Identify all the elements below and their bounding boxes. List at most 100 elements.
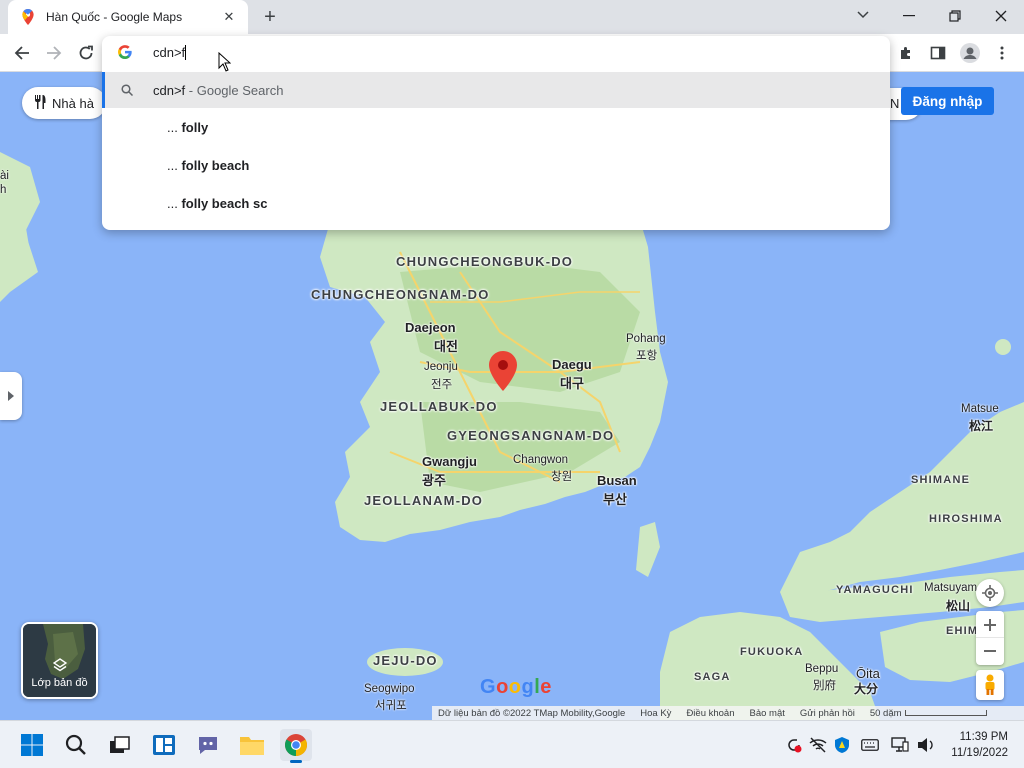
city-label: 창원 [551, 471, 573, 483]
region-label: SHIMANE [911, 474, 971, 486]
region-label: JEOLLABUK-DO [380, 399, 498, 414]
clock-date: 11/19/2022 [951, 747, 1008, 759]
suggestion-query: cdn>f [153, 83, 186, 98]
feedback-link[interactable]: Gửi phản hồi [800, 708, 855, 719]
region-link[interactable]: Hoa Kỳ [640, 708, 671, 719]
security-shield-icon[interactable] [832, 735, 852, 755]
plus-icon [984, 618, 996, 631]
city-label: Ōita [856, 666, 880, 681]
sync-recording-icon[interactable] [784, 735, 804, 755]
region-label: SAGA [694, 671, 731, 683]
city-label: Busan [597, 473, 637, 488]
city-label: Matsuyam [924, 582, 978, 594]
city-label: Jeonju [424, 361, 458, 373]
region-label: GYEONGSANGNAM-DO [447, 428, 615, 443]
chip-label: Nhà hà [52, 95, 94, 111]
city-label: Matsue [961, 403, 999, 415]
restore-icon[interactable] [932, 0, 978, 32]
minimize-icon[interactable] [886, 0, 932, 32]
layers-icon [52, 658, 68, 677]
suggestion-item[interactable]: ... folly beach [167, 158, 249, 173]
display-icon[interactable] [890, 735, 910, 755]
teams-chat-icon[interactable] [192, 729, 224, 761]
browser-tab[interactable]: Hàn Quốc - Google Maps ✕ [8, 0, 248, 34]
file-explorer-icon[interactable] [236, 729, 268, 761]
map-data-credit: Dữ liệu bản đồ ©2022 TMap Mobility,Googl… [438, 707, 626, 719]
volume-icon[interactable] [916, 735, 936, 755]
region-label: CHUNGCHEONGNAM-DO [311, 287, 490, 302]
active-indicator [290, 760, 302, 763]
region-label: YAMAGUCHI [836, 584, 914, 596]
keyboard-icon[interactable] [860, 735, 880, 755]
city-label: 전주 [431, 379, 453, 391]
chrome-taskbar-icon[interactable] [280, 729, 312, 763]
my-location-button[interactable] [976, 579, 1004, 607]
region-label: JEJU-DO [373, 653, 438, 668]
scale-bar [904, 710, 987, 716]
street-view-pegman[interactable] [976, 670, 1004, 700]
zoom-in-button[interactable] [976, 612, 1004, 638]
city-label: Beppu [805, 663, 839, 675]
city-label: Changwon [513, 454, 568, 466]
city-label: 松江 [969, 419, 994, 433]
region-label: FUKUOKA [740, 646, 804, 658]
mouse-cursor-icon [218, 51, 232, 77]
city-label: Seogwipo [364, 683, 415, 695]
map-attribution-bar: Dữ liệu bản đồ ©2022 TMap Mobility,Googl… [432, 706, 1024, 720]
suggestion-prefix: ... [167, 120, 182, 135]
terms-link[interactable]: Điều khoản [686, 708, 734, 719]
extensions-puzzle-icon[interactable] [892, 39, 920, 67]
forward-arrow-icon[interactable] [40, 39, 68, 67]
my-location-icon [982, 585, 998, 601]
suggestion-search-row[interactable]: cdn>f - Google Search [102, 72, 890, 108]
start-windows-icon[interactable] [16, 729, 48, 761]
city-label: Pohang [626, 333, 666, 345]
privacy-link[interactable]: Bảo mật [750, 708, 785, 719]
tab-search-chevron-icon[interactable] [848, 4, 878, 26]
network-off-icon[interactable] [808, 735, 828, 755]
edge-label: ài [0, 170, 9, 182]
sign-in-button[interactable]: Đăng nhập [901, 87, 994, 115]
suggestion-bold: folly beach sc [181, 196, 268, 211]
chrome-menu-icon[interactable] [988, 39, 1016, 67]
suggestion-item[interactable]: ... folly beach sc [167, 196, 267, 211]
close-window-icon[interactable] [978, 0, 1024, 32]
zoom-controls [976, 611, 1004, 665]
restaurants-chip[interactable]: Nhà hà [22, 87, 106, 119]
back-arrow-icon[interactable] [8, 39, 36, 67]
expand-side-panel-button[interactable] [0, 372, 22, 420]
system-clock[interactable]: 11:39 PM 11/19/2022 [944, 729, 1008, 761]
google-g-icon [118, 45, 134, 61]
side-panel-icon[interactable] [924, 39, 952, 67]
edge-label: h [0, 184, 7, 196]
suggestion-item[interactable]: ... folly [167, 120, 208, 135]
scale-label[interactable]: 50 dặm [870, 708, 902, 719]
city-label: Daejeon [405, 320, 456, 335]
reload-icon[interactable] [72, 39, 100, 67]
suggestion-prefix: ... [167, 196, 182, 211]
suggestion-bold: folly [181, 120, 209, 135]
city-label: 別府 [813, 680, 836, 692]
omnibox-input[interactable]: cdn>f [153, 45, 187, 60]
fork-knife-icon [34, 94, 46, 112]
task-view-icon[interactable] [104, 729, 136, 761]
pegman-icon [985, 674, 995, 695]
zoom-out-button[interactable] [976, 638, 1004, 664]
city-label: 大分 [854, 682, 879, 696]
search-icon[interactable] [60, 729, 92, 761]
minus-icon [984, 650, 996, 652]
profile-avatar-icon[interactable] [956, 39, 984, 67]
tab-close-icon[interactable]: ✕ [220, 9, 238, 25]
text-caret [185, 45, 187, 60]
suggestion-prefix: ... [167, 158, 182, 173]
city-label: 포항 [636, 350, 658, 362]
browser-titlebar: Hàn Quốc - Google Maps ✕ + [0, 0, 1024, 34]
city-label: 대전 [434, 339, 458, 354]
city-label: 대구 [560, 376, 584, 391]
widgets-icon[interactable] [148, 729, 180, 761]
new-tab-button[interactable]: + [258, 5, 282, 29]
layers-button[interactable]: Lớp bản đồ [21, 622, 98, 699]
chevron-right-icon [8, 391, 14, 401]
suggestion-suffix: - Google Search [185, 83, 284, 98]
region-label: HIROSHIMA [929, 513, 1003, 525]
